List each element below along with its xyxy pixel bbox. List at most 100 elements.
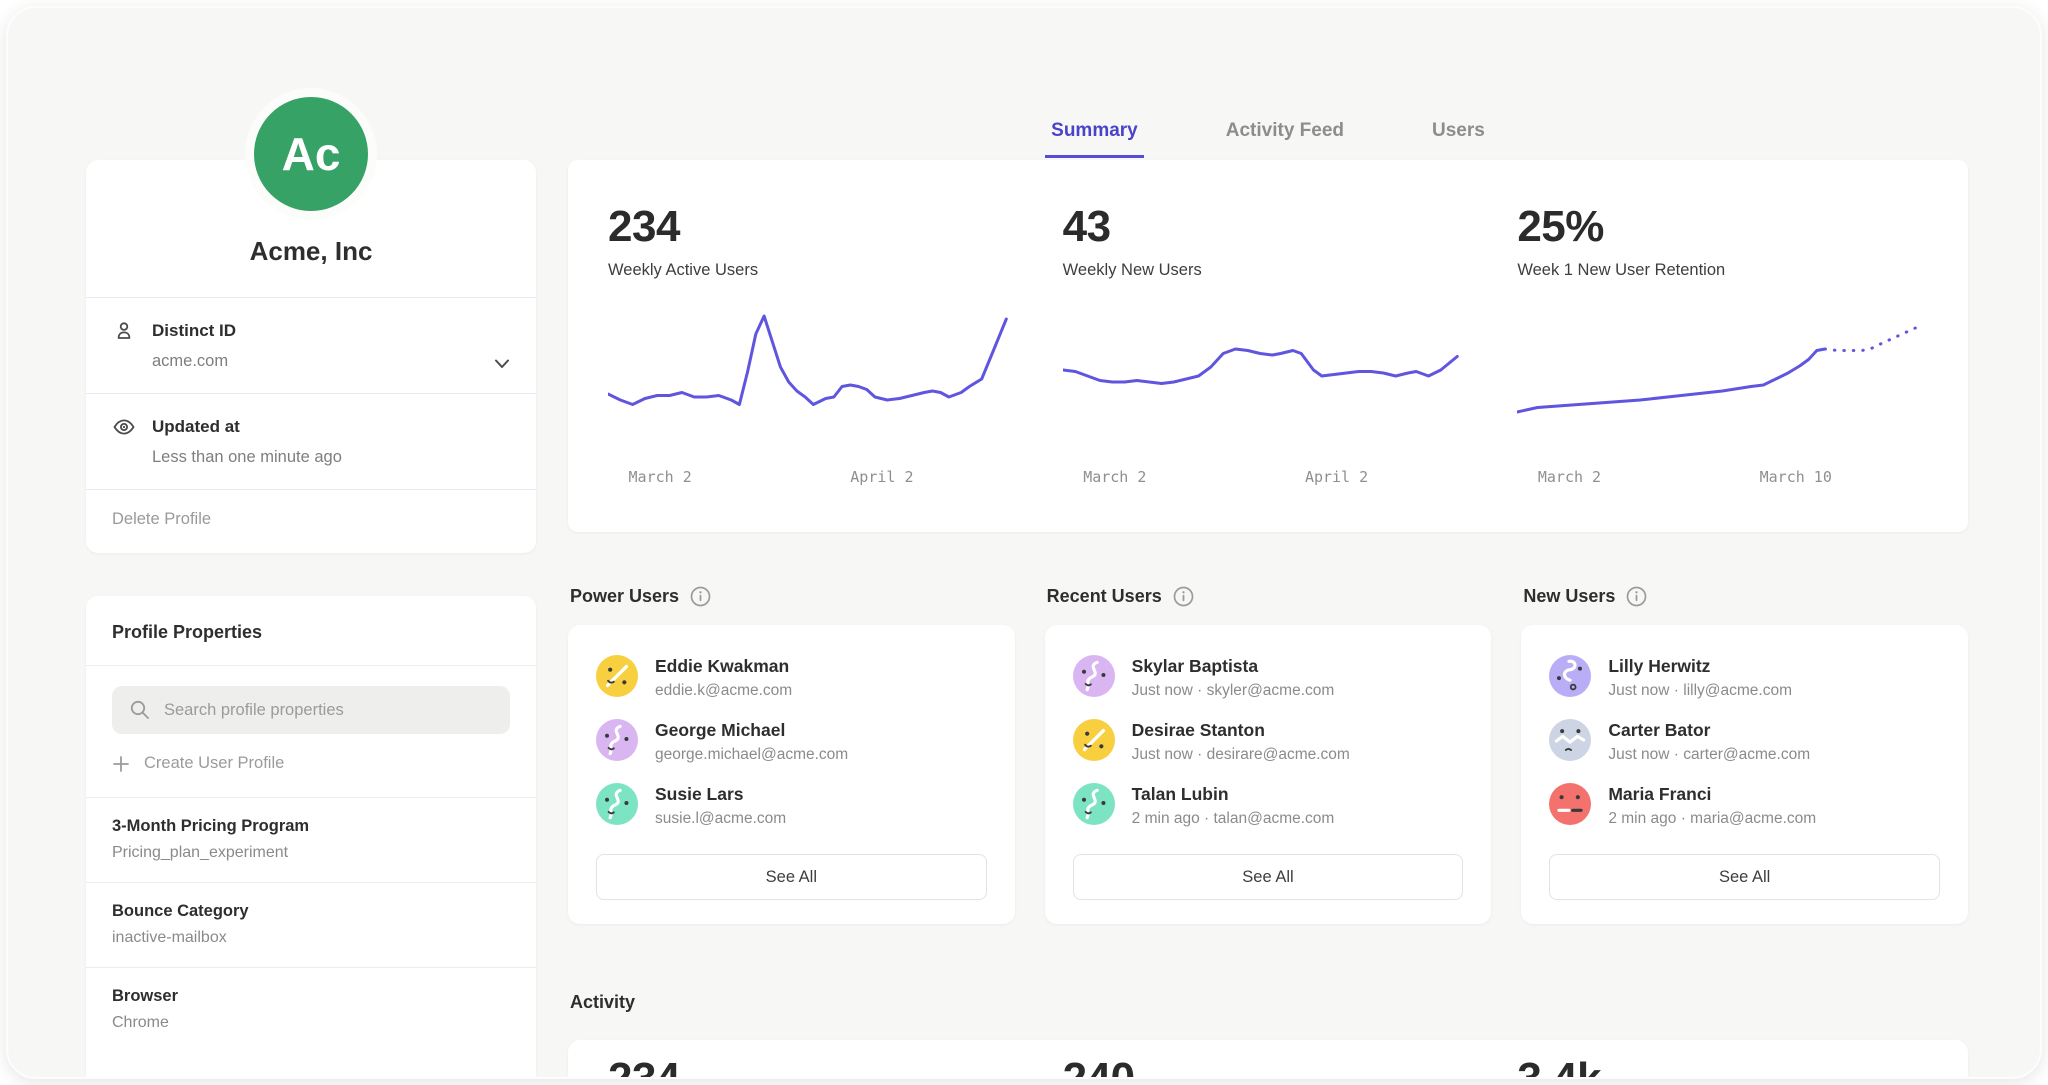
stat-value: 25% (1517, 202, 1928, 252)
company-avatar: Ac (245, 88, 377, 220)
create-user-profile-label: Create User Profile (144, 754, 284, 773)
tab-users[interactable]: Users (1426, 120, 1491, 158)
tab-summary[interactable]: Summary (1045, 120, 1144, 158)
profile-properties-card: Profile Properties Create User Profile 3… (86, 596, 536, 1079)
see-all-button-recent-users[interactable]: See All (1073, 854, 1464, 900)
x-tick-label: March 2 (1538, 468, 1601, 486)
user-avatar-face-icon (596, 719, 638, 761)
user-row-talan-lubin[interactable]: Talan Lubin 2 min ago · talan@acme.com (1073, 783, 1464, 828)
user-row-lilly-herwitz[interactable]: Lilly HerwitzJust now · lilly@acme.com (1549, 655, 1940, 700)
list-header-recent-users: Recent Users (1047, 586, 1492, 607)
tab-bar: Summary Activity Feed Users (568, 120, 1968, 158)
see-all-button-new-users[interactable]: See All (1549, 854, 1940, 900)
summary-stat-week-1-new-user-retention: 25%Week 1 New User RetentionMarch 2March… (1517, 202, 1928, 532)
stat-label: Weekly New Users (1063, 261, 1474, 280)
eye-icon (112, 415, 136, 439)
company-name: Acme, Inc (86, 236, 536, 297)
user-avatar-face-icon (1073, 655, 1115, 697)
user-row-george-michael[interactable]: George Michaelgeorge.michael@acme.com (596, 719, 987, 764)
list-title: Recent Users (1047, 586, 1162, 607)
line-chart-week-1-new-user-retention (1517, 304, 1928, 454)
distinct-id-dropdown-toggle[interactable] (494, 356, 510, 374)
info-icon[interactable] (690, 586, 711, 607)
divider (86, 665, 536, 666)
chart-x-axis: March 2April 2 (608, 468, 1019, 494)
summary-stat-weekly-active-users: 234Weekly Active UsersMarch 2April 2 (608, 202, 1019, 532)
profile-properties-search[interactable] (112, 686, 510, 734)
activity-title: Activity (570, 992, 635, 1013)
property-row-bounce-category[interactable]: Bounce Category inactive-mailbox (86, 882, 536, 967)
user-subtitle: 2 min ago · talan@acme.com (1132, 810, 1335, 828)
stat-value: 234 (608, 202, 1019, 252)
chevron-down-icon[interactable] (494, 359, 510, 369)
list-card: Skylar Baptista Just now · skyler@acme.co… (1045, 625, 1492, 924)
user-row-eddie-kwakman[interactable]: Eddie Kwakman eddie.k@acme.com (596, 655, 987, 700)
user-name: Susie Lars (655, 783, 786, 805)
user-row-carter-bator[interactable]: Carter BatorJust now · carter@acme.com (1549, 719, 1940, 764)
property-value: inactive-mailbox (112, 929, 510, 947)
user-name: Skylar Baptista (1132, 655, 1335, 677)
property-row-browser[interactable]: BrowserChrome (86, 967, 536, 1052)
user-name: Talan Lubin (1132, 783, 1335, 805)
stat-value: 43 (1063, 202, 1474, 252)
user-avatar-face-icon (1549, 655, 1591, 697)
user-name: Lilly Herwitz (1608, 655, 1792, 677)
line-chart-weekly-active-users (608, 304, 1019, 454)
info-icon[interactable] (1626, 586, 1647, 607)
info-icon[interactable] (1173, 586, 1194, 607)
activity-stat-value: 234 (608, 1054, 1019, 1079)
activity-stat-value: 240 (1063, 1054, 1474, 1079)
user-avatar-face-icon (1549, 783, 1591, 825)
property-name: 3-Month Pricing Program (112, 817, 510, 836)
user-subtitle: 2 min ago · maria@acme.com (1608, 810, 1816, 828)
x-tick-label: March 2 (1083, 468, 1146, 486)
delete-profile-button[interactable]: Delete Profile (86, 489, 536, 553)
user-subtitle: eddie.k@acme.com (655, 682, 792, 700)
summary-stat-weekly-new-users: 43 Weekly New Users March 2 April 2 (1063, 202, 1474, 532)
user-subtitle: Just now · desirare@acme.com (1132, 746, 1350, 764)
user-name: Carter Bator (1608, 719, 1810, 741)
user-row-susie-lars[interactable]: Susie Lars susie.l@acme.com (596, 783, 987, 828)
info-row-value: acme.com (152, 352, 510, 371)
info-row-label: Updated at (152, 417, 240, 437)
create-user-profile-button[interactable]: Create User Profile (112, 754, 510, 773)
x-tick-label: April 2 (1305, 468, 1368, 486)
user-lists: Power Users Eddie Kwakman eddie.k@acme.com… (568, 586, 1968, 924)
summary-card: 234Weekly Active UsersMarch 2April 2 43 We… (568, 160, 1968, 532)
search-input[interactable] (164, 701, 494, 720)
list-header-new-users: New Users (1523, 586, 1968, 607)
user-row-skylar-baptista[interactable]: Skylar Baptista Just now · skyler@acme.co… (1073, 655, 1464, 700)
activity-card: 234 240 3.4k (568, 1040, 1968, 1079)
user-avatar-face-icon (1073, 783, 1115, 825)
plus-icon (112, 755, 130, 773)
user-row-maria-franci[interactable]: Maria Franci2 min ago · maria@acme.com (1549, 783, 1940, 828)
info-row-value: Less than one minute ago (152, 448, 510, 467)
user-name: Desirae Stanton (1132, 719, 1350, 741)
user-row-desirae-stanton[interactable]: Desirae Stanton Just now · desirare@acme.… (1073, 719, 1464, 764)
user-avatar-face-icon (596, 655, 638, 697)
user-subtitle: susie.l@acme.com (655, 810, 786, 828)
see-all-button-power-users[interactable]: See All (596, 854, 987, 900)
app-window: Ac Acme, Inc Distinct ID acme.com Updated … (6, 6, 2042, 1079)
user-subtitle: Just now · skyler@acme.com (1132, 682, 1335, 700)
user-subtitle: george.michael@acme.com (655, 746, 848, 764)
list-title: New Users (1523, 586, 1615, 607)
profile-info-row-distinct-id: Distinct ID acme.com (86, 297, 536, 393)
line-chart-weekly-new-users (1063, 304, 1474, 454)
info-row-label: Distinct ID (152, 321, 236, 341)
property-row-3-month-pricing-program[interactable]: 3-Month Pricing ProgramPricing_plan_expe… (86, 797, 536, 882)
tab-activity-feed[interactable]: Activity Feed (1220, 120, 1350, 158)
property-value: Chrome (112, 1014, 510, 1032)
user-name: Eddie Kwakman (655, 655, 792, 677)
user-avatar-face-icon (1549, 719, 1591, 761)
list-header-power-users: Power Users (570, 586, 1015, 607)
user-list-recent-users: Recent Users Skylar Baptista Just now · sk… (1045, 586, 1492, 924)
x-tick-label: April 2 (850, 468, 913, 486)
company-avatar-wrap: Ac (245, 88, 377, 220)
user-list-new-users: New Users Lilly HerwitzJust now · lilly@a… (1521, 586, 1968, 924)
activity-stat-value: 3.4k (1517, 1054, 1928, 1079)
person-icon (112, 319, 136, 343)
chart-x-axis: March 2 April 2 (1063, 468, 1474, 494)
list-title: Power Users (570, 586, 679, 607)
property-name: Bounce Category (112, 902, 510, 921)
